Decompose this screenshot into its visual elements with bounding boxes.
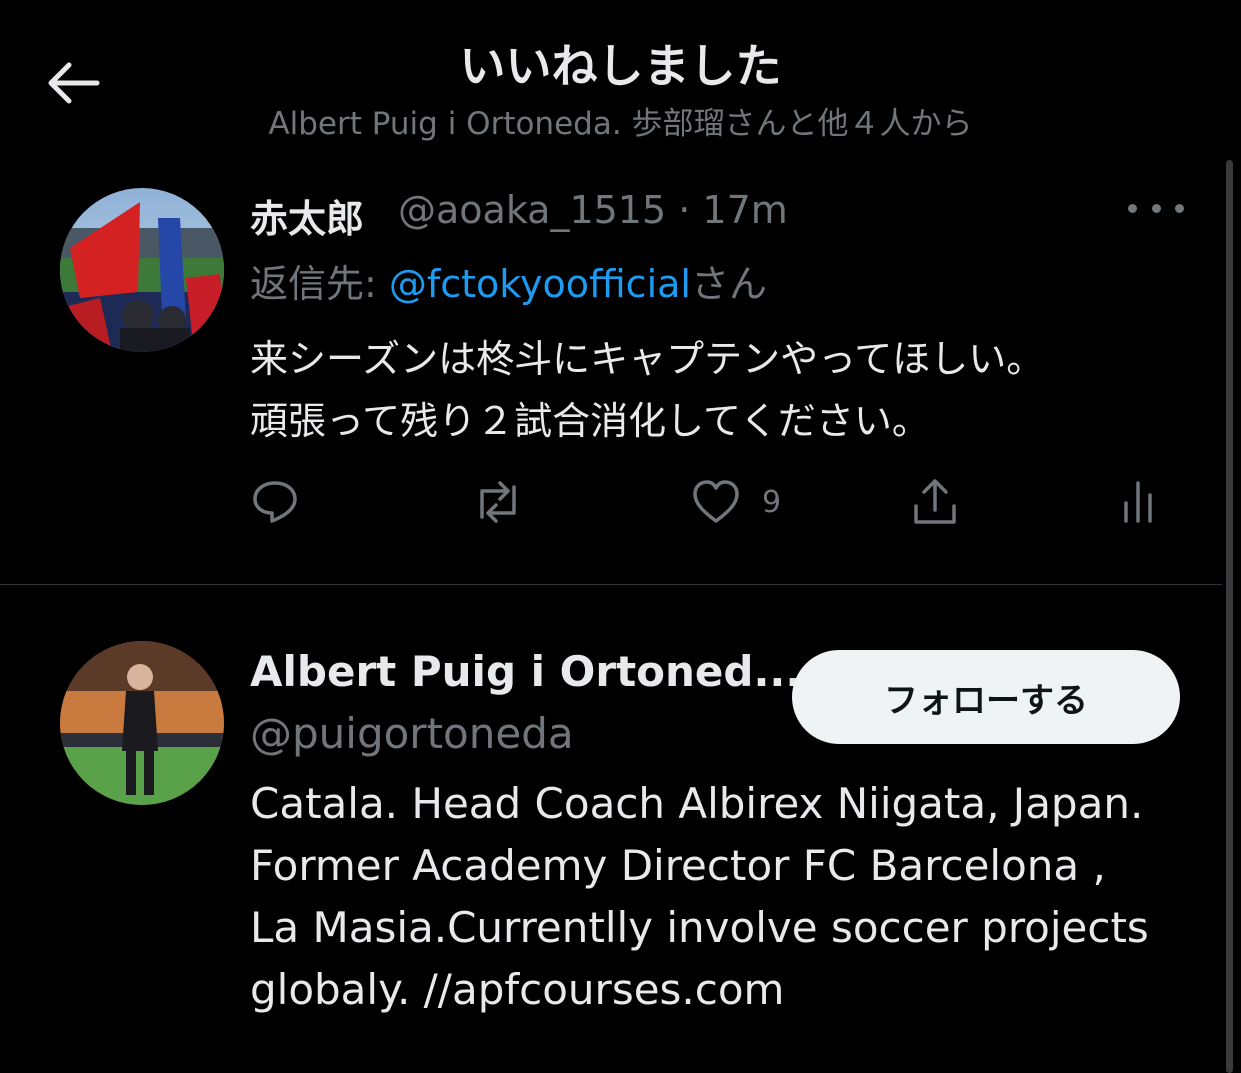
share-icon <box>914 479 956 524</box>
analytics-button[interactable] <box>1120 472 1156 532</box>
retweet-button[interactable] <box>470 472 526 532</box>
avatar-image <box>60 641 224 805</box>
more-button[interactable] <box>1128 190 1184 226</box>
like-count: 9 <box>762 484 782 520</box>
reply-button[interactable] <box>250 472 300 532</box>
bio-line: globaly. //apfcourses.com <box>250 965 785 1014</box>
top-bar: いいねしました Albert Puig i Ortoneda. 歩部瑠さんと他４… <box>0 0 1241 150</box>
tweet-text-line: 頑張って残り２試合消化してください。 <box>250 399 930 443</box>
scrollbar[interactable] <box>1226 160 1233 1073</box>
reply-to-line: 返信先: @fctokyoofficialさん <box>250 253 767 308</box>
page-title: いいねしました <box>459 39 782 93</box>
tweet-handle-time[interactable]: @aoaka_1515 · 17m <box>398 188 788 232</box>
tweet-actions: 9 <box>250 472 1180 532</box>
bio-line: Catala. Head Coach Albirex Niigata, Japa… <box>250 779 1144 828</box>
more-dot <box>1175 203 1184 213</box>
user-handle[interactable]: @puigortoneda <box>250 709 574 758</box>
avatar[interactable] <box>60 188 224 352</box>
reply-to-mention[interactable]: @fctokyoofficial <box>389 262 691 306</box>
reply-to-suffix: さん <box>690 262 767 306</box>
retweet-icon <box>480 481 516 523</box>
bio-line: La Masia.Currentlly involve soccer proje… <box>250 903 1149 952</box>
share-button[interactable] <box>910 472 960 532</box>
heart-icon <box>693 480 739 523</box>
more-dot <box>1128 203 1137 213</box>
user-cell[interactable]: Albert Puig i Ortoned... @puigortoneda フ… <box>0 585 1222 1073</box>
tweet-text: 来シーズンは柊斗にキャプテンやってほしい。 頑張って残り２試合消化してください。 <box>250 328 1200 452</box>
reply-to-prefix: 返信先: <box>250 262 389 306</box>
avatar[interactable] <box>60 641 224 805</box>
reply-bubble-icon <box>253 481 297 523</box>
avatar-image <box>60 188 224 352</box>
tweet-author-name[interactable]: 赤太郎 <box>250 188 364 243</box>
bio-line: Former Academy Director FC Barcelona , <box>250 841 1106 890</box>
follow-button[interactable]: フォローする <box>792 650 1180 744</box>
like-button[interactable]: 9 <box>690 472 781 532</box>
tweet-text-line: 来シーズンは柊斗にキャプテンやってほしい。 <box>250 337 1045 381</box>
user-bio: Catala. Head Coach Albirex Niigata, Japa… <box>250 773 1190 1021</box>
page-subtitle: Albert Puig i Ortoneda. 歩部瑠さんと他４人から <box>268 106 973 142</box>
user-display-name[interactable]: Albert Puig i Ortoned... <box>250 647 801 696</box>
more-dot <box>1151 203 1161 213</box>
analytics-icon <box>1124 481 1152 523</box>
tweet[interactable]: 赤太郎 @aoaka_1515 · 17m 返信先: @fctokyooffic… <box>0 150 1222 584</box>
